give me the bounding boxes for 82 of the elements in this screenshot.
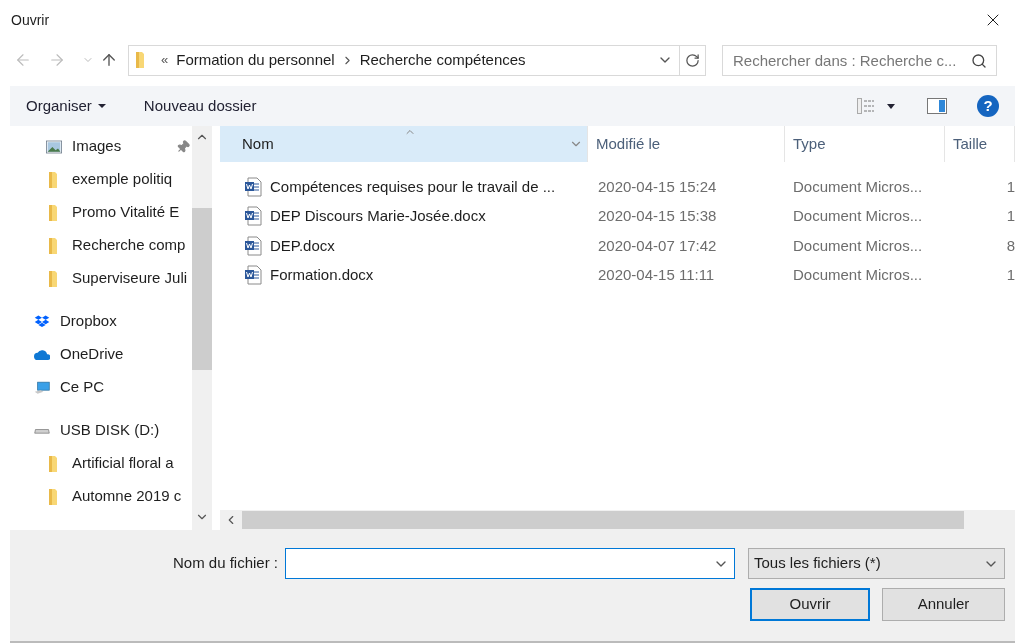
file-type: Document Micros... xyxy=(792,206,924,226)
modified-date: 2020-04-15 15:24 xyxy=(597,176,718,197)
nav-label: Promo Vitalité E xyxy=(72,202,180,223)
nav-label: Artificial floral a xyxy=(72,453,174,474)
word-document-icon xyxy=(244,265,262,286)
nav-item[interactable]: Recherche comp xyxy=(10,229,192,262)
caret-icon[interactable] xyxy=(887,103,895,109)
breadcrumb[interactable]: Formation du personnel xyxy=(176,48,335,72)
filename-label: Nom du fichier : xyxy=(172,553,278,574)
column-header[interactable]: Nom xyxy=(220,126,588,162)
search-icon xyxy=(971,52,987,69)
word-document-icon xyxy=(244,235,262,256)
folder-icon xyxy=(135,51,147,69)
file-type: Document Micros... xyxy=(792,235,924,256)
column-header[interactable]: Taille xyxy=(945,126,1015,162)
view-options-icon[interactable] xyxy=(857,98,875,114)
new-folder-button[interactable]: Nouveau dossier xyxy=(143,94,257,118)
horizontal-scrollbar[interactable] xyxy=(220,510,1015,530)
folder-icon xyxy=(48,203,60,222)
file-type: Document Micros... xyxy=(792,176,924,197)
nav-item[interactable]: Dropbox xyxy=(10,305,192,338)
help-button[interactable]: ? xyxy=(977,95,999,117)
nav-item[interactable]: exemple politiq xyxy=(10,163,192,196)
file-row[interactable]: Formation.docx 2020-04-15 11:11 Document Micros... 1 xyxy=(220,260,1015,290)
nav-item[interactable]: USB DISK (D:) xyxy=(10,414,192,447)
nav-label: OneDrive xyxy=(60,344,124,365)
folder-icon xyxy=(48,454,60,473)
nav-item[interactable]: Images xyxy=(10,130,192,163)
nav-item[interactable]: Superviseure Juli xyxy=(10,262,192,295)
search-field[interactable]: Rechercher dans : Recherche c... xyxy=(722,44,997,76)
file-name: Formation.docx xyxy=(270,265,374,285)
arrow-right-icon xyxy=(48,51,66,69)
column-header[interactable]: Type xyxy=(785,126,945,162)
nav-item[interactable]: OneDrive xyxy=(10,338,192,371)
preview-pane-icon[interactable] xyxy=(927,98,947,114)
modified-date: 2020-04-15 11:11 xyxy=(597,265,716,285)
file-name: DEP Discours Marie-Josée.docx xyxy=(270,206,486,226)
file-name: DEP.docx xyxy=(270,235,335,256)
nav-item[interactable]: Ce PC xyxy=(10,371,192,404)
modified-date: 2020-04-07 17:42 xyxy=(597,235,718,256)
address-bar[interactable]: « Formation du personnel Recherche compétences xyxy=(128,44,706,76)
nav-label: Images xyxy=(72,136,122,157)
folder-icon xyxy=(48,487,60,506)
modified-date: 2020-04-15 15:38 xyxy=(597,206,718,226)
cloud-icon xyxy=(34,347,50,362)
file-row[interactable]: Compétences requises pour le travail de ... 2020-04-15 15:24 Document Micros... 1 xyxy=(220,172,1015,202)
column-header[interactable]: Modifié le xyxy=(588,126,785,162)
nav-item[interactable]: Promo Vitalité E xyxy=(10,196,192,229)
folder-icon xyxy=(48,269,60,288)
file-size: 8 xyxy=(1006,235,1015,256)
cancel-button[interactable]: Annuler xyxy=(882,588,1005,621)
file-row[interactable]: DEP.docx 2020-04-07 17:42 Document Micros... 8 xyxy=(220,231,1015,261)
file-size: 1 xyxy=(1006,176,1015,197)
word-document-icon xyxy=(244,206,262,227)
breadcrumb[interactable]: Recherche compétences xyxy=(359,48,526,72)
window-title: Ouvrir xyxy=(11,10,50,30)
folder-icon xyxy=(48,236,60,255)
file-type: Document Micros... xyxy=(792,265,924,285)
organize-menu[interactable]: Organiser xyxy=(26,94,106,118)
folder-icon xyxy=(48,170,60,189)
nav-label: Recherche comp xyxy=(72,235,186,256)
nav-label: Ce PC xyxy=(60,377,105,398)
pictures-icon xyxy=(46,138,62,155)
file-row[interactable]: DEP Discours Marie-Josée.docx 2020-04-15 15:38 Document Micros... 1 xyxy=(220,201,1015,231)
nav-label: USB DISK (D:) xyxy=(60,420,160,441)
vertical-scrollbar[interactable] xyxy=(192,126,212,530)
file-size: 1 xyxy=(1006,206,1015,226)
nav-item[interactable]: Automne 2019 c xyxy=(10,480,192,513)
overflow-chevron[interactable]: « xyxy=(161,50,169,70)
file-name: Compétences requises pour le travail de ... xyxy=(270,176,556,197)
nav-item[interactable]: Artificial floral a xyxy=(10,447,192,480)
caret-icon xyxy=(97,104,106,108)
filename-field[interactable] xyxy=(285,548,735,579)
file-type-dropdown[interactable]: Tous les fichiers (*) xyxy=(748,548,1005,579)
nav-label: Superviseure Juli xyxy=(72,268,188,289)
file-size: 1 xyxy=(1006,265,1015,285)
nav-label: Dropbox xyxy=(60,311,117,332)
word-document-icon xyxy=(244,176,262,197)
nav-label: Automne 2019 c xyxy=(72,486,182,507)
nav-label: exemple politiq xyxy=(72,169,173,190)
refresh-icon xyxy=(685,52,700,68)
open-button[interactable]: Ouvrir xyxy=(750,588,870,621)
